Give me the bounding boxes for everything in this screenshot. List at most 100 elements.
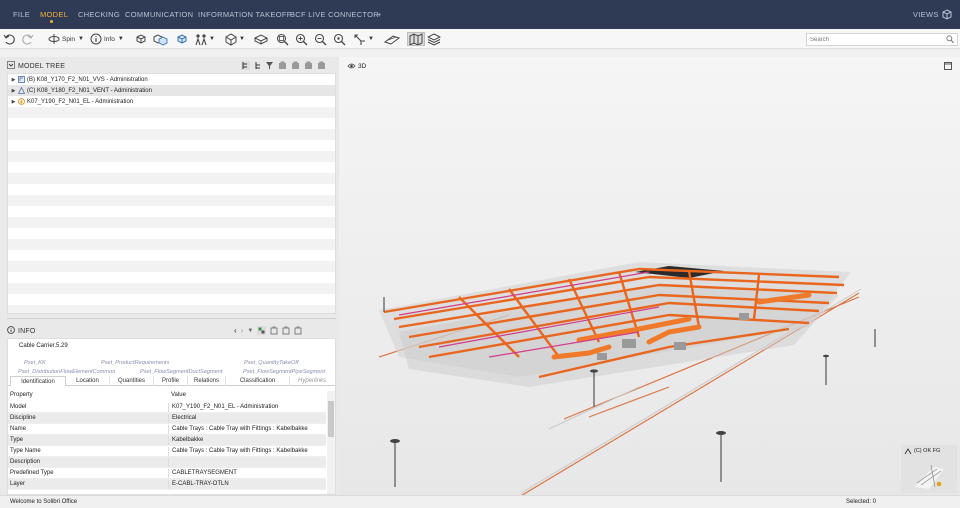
zoom-fit-icon[interactable] bbox=[276, 32, 289, 46]
info-panel: Cable Carrier.5.29 Pset_KK Pset_ProductR… bbox=[7, 338, 336, 495]
tree-item-vvs[interactable]: ▶ (B) K08_Y170_F2_N01_VVS - Administrati… bbox=[8, 74, 335, 85]
layers-icon[interactable] bbox=[427, 32, 441, 46]
table-row[interactable]: Layer E-CABL-TRAY-OTLN bbox=[8, 479, 326, 490]
expand-arrow-icon[interactable]: ▶ bbox=[10, 77, 17, 83]
tab-pset-pipe-segment[interactable]: Pset_FlowSegmentPipeSegment bbox=[243, 369, 325, 375]
panel-divider[interactable] bbox=[7, 318, 336, 319]
menu-file[interactable]: FILE bbox=[13, 10, 30, 19]
map-icon[interactable] bbox=[407, 32, 425, 46]
zoom-in-icon[interactable] bbox=[295, 32, 308, 46]
menu-information-takeoff[interactable]: INFORMATION TAKEOFF bbox=[198, 10, 292, 19]
selection-count: Selected: 0 bbox=[846, 499, 877, 505]
table-row[interactable]: Name Cable Trays : Cable Tray with Fittin… bbox=[8, 424, 326, 435]
3d-viewport[interactable]: 3D (C) OK FG bbox=[339, 57, 960, 495]
forward-arrow-icon[interactable]: › bbox=[241, 326, 244, 335]
tab-pset-product-requirements[interactable]: Pset_ProductRequirements bbox=[101, 360, 169, 366]
search-box[interactable] bbox=[806, 33, 958, 46]
scrollbar-thumb[interactable] bbox=[328, 401, 334, 437]
home-view-icon[interactable] bbox=[904, 448, 912, 457]
menu-bcf-live-connector[interactable]: BCF LIVE CONNECTOR bbox=[290, 10, 379, 19]
walk-icon bbox=[195, 33, 207, 45]
export-icon[interactable] bbox=[282, 326, 290, 335]
undo-icon[interactable] bbox=[3, 32, 16, 46]
slice-icon[interactable] bbox=[384, 32, 400, 46]
add-tab-button[interactable]: + bbox=[377, 10, 382, 19]
cube-view-label: (C) OK FG bbox=[914, 448, 941, 454]
tab-pset-quantity-takeoff[interactable]: Pset_QuantityTakeOff bbox=[244, 360, 299, 366]
table-row[interactable]: Description bbox=[8, 457, 326, 468]
select-icon[interactable] bbox=[134, 32, 148, 46]
tree-item-el[interactable]: ▶ K07_Y190_F2_N01_EL - Administration bbox=[8, 96, 335, 107]
property-name: Predefined Type bbox=[10, 470, 54, 476]
property-scrollbar[interactable] bbox=[327, 391, 335, 494]
collapse-icon[interactable] bbox=[7, 61, 15, 71]
zoom-out-icon[interactable] bbox=[314, 32, 327, 46]
tab-classification[interactable]: Classification bbox=[226, 376, 290, 386]
table-row[interactable]: Type Name Cable Trays : Cable Tray with F… bbox=[8, 446, 326, 457]
column-value[interactable]: Value bbox=[168, 391, 186, 400]
copy-icon[interactable] bbox=[270, 326, 278, 335]
tab-quantities[interactable]: Quantities bbox=[110, 376, 154, 386]
tree-view-icon[interactable] bbox=[241, 61, 250, 70]
tab-pset-distribution[interactable]: Pset_DistributionFlowElementCommon bbox=[18, 369, 115, 375]
tree-item-label: (C) K08_Y180_F2_N01_VENT - Administratio… bbox=[27, 87, 152, 94]
column-property[interactable]: Property bbox=[10, 392, 33, 398]
bounding-box-icon[interactable] bbox=[254, 32, 268, 46]
section-button[interactable]: ▼ bbox=[224, 32, 245, 46]
tab-location[interactable]: Location bbox=[66, 376, 110, 386]
visibility-icon[interactable] bbox=[152, 32, 168, 46]
search-icon[interactable] bbox=[946, 35, 954, 46]
property-value: Kabelbakke bbox=[168, 436, 203, 445]
property-name: Discipline bbox=[10, 415, 36, 421]
menu-views[interactable]: VIEWS bbox=[913, 10, 939, 19]
chevron-down-icon: ▼ bbox=[78, 36, 84, 42]
expand-arrow-icon[interactable]: ▶ bbox=[10, 99, 17, 105]
tab-pset-duct-segment[interactable]: Pset_FlowSegmentDuctSegment bbox=[140, 369, 222, 375]
menu-model[interactable]: MODEL bbox=[40, 10, 68, 19]
info-title: INFO bbox=[18, 327, 36, 335]
menu-communication[interactable]: COMMUNICATION bbox=[125, 10, 193, 19]
tab-profile[interactable]: Profile bbox=[154, 376, 188, 386]
property-name: Type Name bbox=[10, 448, 41, 454]
chevron-down-icon: ▼ bbox=[117, 36, 124, 42]
filter-icon[interactable] bbox=[265, 61, 274, 70]
property-value: Electrical bbox=[168, 414, 196, 423]
info-button[interactable]: Info ▼ bbox=[90, 32, 124, 46]
add-model-icon[interactable] bbox=[291, 61, 300, 70]
tab-identification[interactable]: Identification bbox=[10, 376, 66, 386]
info-icon bbox=[7, 326, 15, 336]
cube-icon[interactable] bbox=[176, 32, 188, 46]
info-settings-icon[interactable] bbox=[257, 326, 267, 335]
update-model-icon[interactable] bbox=[304, 61, 313, 70]
menu-checking[interactable]: CHECKING bbox=[78, 10, 120, 19]
navigation-cube[interactable]: (C) OK FG bbox=[901, 445, 957, 493]
tree-item-vent[interactable]: ▶ (C) K08_Y180_F2_N01_VENT - Administrat… bbox=[8, 85, 335, 96]
print-icon[interactable] bbox=[294, 326, 302, 335]
views-icon[interactable] bbox=[941, 9, 953, 22]
tab-pset-kk[interactable]: Pset_KK bbox=[24, 360, 46, 366]
model-group-icon[interactable] bbox=[278, 61, 287, 70]
info-label: Info bbox=[104, 35, 115, 43]
walk-button[interactable]: ▼ bbox=[194, 32, 215, 46]
hierarchy-icon[interactable] bbox=[254, 61, 261, 70]
tab-hyperlinks[interactable]: Hyperlinks bbox=[290, 376, 334, 386]
property-name: Model bbox=[10, 404, 27, 410]
remove-model-icon[interactable] bbox=[317, 61, 326, 70]
table-row[interactable]: Model K07_Y190_F2_N01_EL - Administration bbox=[8, 402, 326, 413]
spin-button[interactable]: Spin ▼ bbox=[48, 32, 84, 46]
tree-item-label: (B) K08_Y170_F2_N01_VVS - Administration bbox=[27, 76, 148, 83]
back-arrow-icon[interactable]: ‹ bbox=[234, 326, 237, 335]
model-tree: ▶ (B) K08_Y170_F2_N01_VVS - Administrati… bbox=[7, 73, 336, 314]
table-row[interactable]: Predefined Type CABLETRAYSEGMENT bbox=[8, 468, 326, 479]
tab-relations[interactable]: Relations bbox=[188, 376, 226, 386]
expand-arrow-icon[interactable]: ▶ bbox=[10, 88, 17, 94]
table-row[interactable]: Type Kabelbakke bbox=[8, 435, 326, 446]
table-row[interactable]: Discipline Electrical bbox=[8, 413, 326, 424]
search-input[interactable] bbox=[807, 34, 937, 45]
property-value: Cable Trays : Cable Tray with Fittings :… bbox=[168, 425, 308, 434]
redo-icon[interactable] bbox=[21, 32, 34, 46]
chevron-down-icon[interactable]: ▼ bbox=[247, 328, 253, 334]
chevron-down-icon: ▼ bbox=[209, 36, 215, 42]
measure-button[interactable]: ▼ bbox=[353, 32, 374, 46]
zoom-window-icon[interactable] bbox=[333, 32, 346, 46]
